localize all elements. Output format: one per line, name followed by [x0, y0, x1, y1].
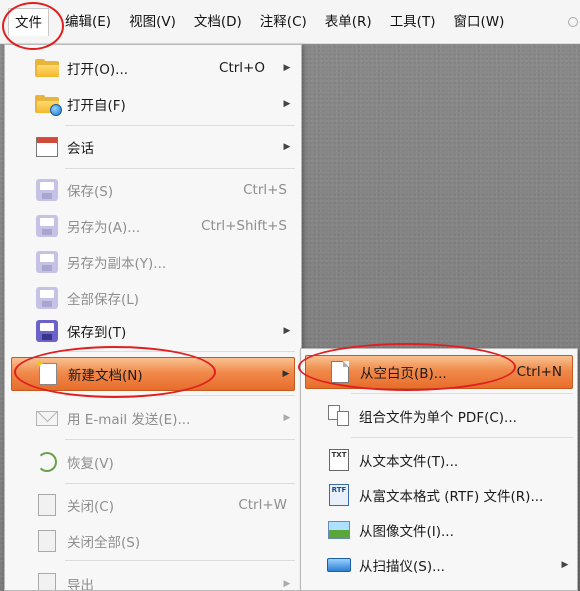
rtf-file-icon: RTF: [325, 481, 353, 509]
menu-item-label: 会话: [67, 141, 94, 157]
menu-separator: [351, 393, 573, 394]
menu-form[interactable]: 表单(R): [319, 8, 378, 36]
menu-item-shortcut: Ctrl+W: [238, 497, 287, 513]
calendar-icon: [33, 133, 61, 161]
text-file-icon: TXT: [325, 446, 353, 474]
save-icon: [33, 176, 61, 204]
menu-item-label: 关闭全部(S): [67, 535, 141, 551]
submenu-item-from-image[interactable]: 从图像文件(I)...: [305, 513, 573, 547]
menu-item-label: 从空白页(B)...: [360, 366, 447, 382]
menu-item-label: 全部保存(L): [67, 292, 140, 308]
export-icon: [33, 570, 61, 590]
folder-web-icon: [33, 90, 62, 118]
new-document-icon: ✦: [34, 358, 62, 388]
submenu-item-from-text[interactable]: TXT 从文本文件(T)...: [305, 443, 573, 477]
menu-item-label: 另存为副本(Y)...: [67, 256, 167, 272]
submenu-arrow-icon: ▶: [561, 560, 569, 570]
menu-item-label: 恢复(V): [67, 456, 114, 472]
menu-item-save-copy[interactable]: 另存为副本(Y)...: [11, 245, 295, 279]
menu-item-label: 保存到(T): [67, 325, 127, 341]
menu-item-label: 关闭(C): [67, 499, 114, 515]
menu-item-label: 导出: [67, 578, 94, 591]
email-icon: [33, 404, 61, 432]
save-copy-icon: [33, 248, 61, 276]
submenu-arrow-icon: ▶: [283, 63, 291, 73]
menu-item-close-all[interactable]: 关闭全部(S): [11, 524, 295, 558]
menu-separator: [65, 560, 295, 561]
menu-separator: [351, 437, 573, 438]
menu-item-label: 打开(O)...: [67, 62, 129, 78]
menu-item-label: 组合文件为单个 PDF(C)...: [359, 410, 517, 426]
menu-item-label: 另存为(A)...: [67, 220, 141, 236]
menu-tools[interactable]: 工具(T): [384, 8, 442, 36]
menu-item-save-to[interactable]: 保存到(T) ▶: [11, 314, 295, 348]
menu-edit[interactable]: 编辑(E): [59, 8, 117, 36]
menu-separator: [65, 168, 295, 169]
menu-item-send-email[interactable]: 用 E-mail 发送(E)... ▶: [11, 401, 295, 435]
menu-item-label: 从图像文件(I)...: [359, 524, 454, 540]
menu-separator: [65, 439, 295, 440]
menu-item-restore[interactable]: 恢复(V): [11, 445, 295, 479]
submenu-item-combine[interactable]: 组合文件为单个 PDF(C)...: [305, 399, 573, 433]
submenu-arrow-icon: ▶: [282, 369, 290, 379]
menu-item-new-document[interactable]: ✦ 新建文档(N) ▶: [11, 357, 295, 391]
close-all-icon: [33, 527, 61, 555]
combine-files-icon: [325, 402, 353, 430]
menu-item-label: 用 E-mail 发送(E)...: [67, 412, 191, 428]
menu-item-label: 保存(S): [67, 184, 114, 200]
submenu-arrow-icon: ▶: [283, 142, 291, 152]
menu-item-label: 从扫描仪(S)...: [359, 559, 445, 575]
submenu-arrow-icon: ▶: [283, 99, 291, 109]
restore-icon: [33, 448, 61, 476]
menu-file[interactable]: 文件: [8, 7, 49, 36]
menu-item-export[interactable]: 导出 ▶: [11, 567, 295, 591]
menu-item-label: 从文本文件(T)...: [359, 454, 459, 470]
menu-comment[interactable]: 注释(C): [254, 8, 313, 36]
save-all-icon: [33, 284, 61, 312]
menu-item-shortcut: Ctrl+N: [516, 364, 562, 380]
menu-view[interactable]: 视图(V): [123, 8, 182, 36]
submenu-item-from-scanner[interactable]: 从扫描仪(S)... ▶: [305, 548, 573, 582]
menu-item-label: 从富文本格式 (RTF) 文件(R)...: [359, 489, 544, 505]
image-file-icon: [325, 516, 353, 544]
close-document-icon: [33, 491, 61, 519]
folder-open-icon: [33, 54, 61, 82]
new-document-submenu: 从空白页(B)... Ctrl+N 组合文件为单个 PDF(C)... TXT …: [300, 348, 578, 591]
menu-separator: [65, 351, 295, 352]
menu-document[interactable]: 文档(D): [188, 8, 248, 36]
menu-item-save[interactable]: 保存(S) Ctrl+S: [11, 173, 295, 207]
submenu-item-blank-page[interactable]: 从空白页(B)... Ctrl+N: [305, 355, 573, 389]
menu-overflow-icon[interactable]: [568, 16, 578, 27]
menu-separator: [65, 395, 295, 396]
menu-item-shortcut: Ctrl+S: [243, 182, 287, 198]
submenu-item-from-rtf[interactable]: RTF 从富文本格式 (RTF) 文件(R)...: [305, 478, 573, 512]
blank-page-icon: [326, 358, 354, 386]
menu-item-open[interactable]: 打开(O)... Ctrl+O ▶: [11, 51, 295, 85]
menu-item-save-all[interactable]: 全部保存(L): [11, 281, 295, 315]
submenu-arrow-icon: ▶: [283, 579, 291, 589]
menu-item-shortcut: Ctrl+O: [219, 60, 265, 76]
menu-item-session[interactable]: 会话 ▶: [11, 130, 295, 164]
menu-item-open-from[interactable]: 打开自(F) ▶: [11, 87, 295, 121]
menu-item-shortcut: Ctrl+Shift+S: [201, 218, 287, 234]
submenu-arrow-icon: ▶: [283, 413, 291, 423]
submenu-arrow-icon: ▶: [283, 326, 291, 336]
menu-item-label: 新建文档(N): [68, 368, 143, 384]
menu-separator: [65, 483, 295, 484]
file-menu: 打开(O)... Ctrl+O ▶ 打开自(F) ▶ 会话 ▶ 保存(S) Ct…: [4, 44, 302, 591]
save-to-icon: [33, 317, 61, 345]
save-as-icon: [33, 212, 61, 240]
menu-window[interactable]: 窗口(W): [447, 8, 510, 36]
scanner-icon: [325, 551, 353, 579]
menu-separator: [65, 125, 295, 126]
menu-item-save-as[interactable]: 另存为(A)... Ctrl+Shift+S: [11, 209, 295, 243]
menu-bar: 文件 编辑(E) 视图(V) 文档(D) 注释(C) 表单(R) 工具(T) 窗…: [0, 0, 580, 44]
menu-item-label: 打开自(F): [67, 98, 126, 114]
menu-item-close[interactable]: 关闭(C) Ctrl+W: [11, 488, 295, 522]
